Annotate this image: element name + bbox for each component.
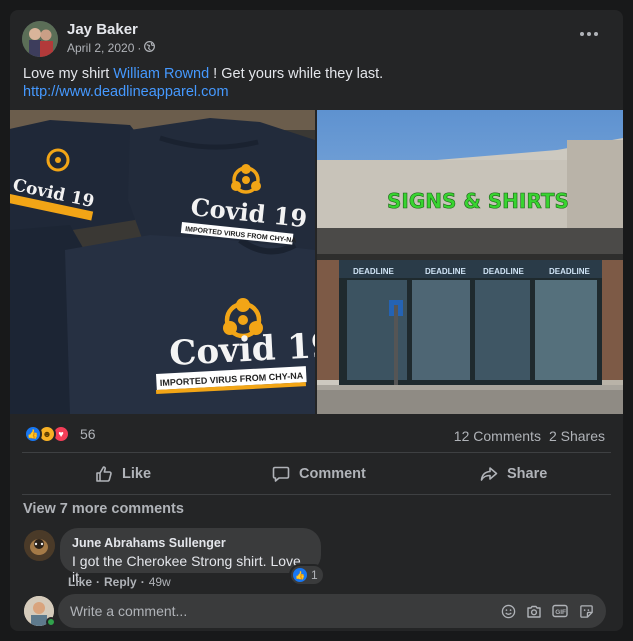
comment-label: Comment xyxy=(299,466,366,482)
actions-top-divider xyxy=(22,452,611,453)
emoji-icon[interactable] xyxy=(500,603,516,619)
post-stats: 12 Comments 2 Shares xyxy=(454,428,605,444)
post-link[interactable]: http://www.deadlineapparel.com xyxy=(23,83,383,101)
comment-reply-link[interactable]: Reply xyxy=(104,575,137,589)
store-sign: SIGNS & SHIRTS xyxy=(387,189,569,213)
write-comment-field[interactable]: Write a comment... GIF xyxy=(58,594,606,628)
comment-bubble: June Abrahams Sullenger I got the Cherok… xyxy=(60,528,321,585)
reaction-count: 56 xyxy=(80,426,96,442)
comment-actions: Like · Reply · 49w xyxy=(68,575,171,589)
tagged-user-link[interactable]: William Rownd xyxy=(113,66,209,82)
like-icon xyxy=(96,466,112,482)
comment-like-icon: 👍 xyxy=(293,568,307,582)
photo-storefront[interactable]: DEADLINE DEADLINE DEADLINE DEADLINE SIGN… xyxy=(317,110,623,414)
post-date[interactable]: April 2, 2020 xyxy=(67,41,134,55)
photo-shirts[interactable]: Covid 19 Covid 19 IMPORTED VIRUS FROM CH… xyxy=(10,110,315,414)
post-meta: April 2, 2020 · xyxy=(67,41,156,55)
write-comment-placeholder: Write a comment... xyxy=(70,603,188,619)
comment-like-badge[interactable]: 👍 1 xyxy=(291,566,323,584)
globe-icon xyxy=(144,41,156,55)
author-avatar[interactable] xyxy=(22,21,58,57)
post-text-before: Love my shirt xyxy=(23,66,114,82)
gif-icon[interactable]: GIF xyxy=(552,603,568,619)
composer-icons: GIF xyxy=(500,603,594,619)
svg-text:GIF: GIF xyxy=(555,609,566,616)
share-label: Share xyxy=(507,466,548,482)
share-button[interactable]: Share xyxy=(479,462,547,486)
comments-count[interactable]: 12 Comments xyxy=(454,428,541,444)
current-user-avatar[interactable] xyxy=(24,596,56,627)
share-icon xyxy=(480,467,498,481)
window-logo-1: DEADLINE xyxy=(353,267,395,276)
comment-like-link[interactable]: Like xyxy=(68,575,92,589)
reaction-summary[interactable]: 👍 ☻ ♥ 56 xyxy=(24,425,96,443)
shares-count[interactable]: 2 Shares xyxy=(549,428,605,444)
author-name[interactable]: Jay Baker xyxy=(67,21,138,38)
shirt-title-large: Covid 19 xyxy=(168,325,315,374)
comment-time[interactable]: 49w xyxy=(149,575,171,589)
like-reaction-icon: 👍 xyxy=(24,425,42,443)
camera-icon[interactable] xyxy=(526,603,542,619)
sticker-icon[interactable] xyxy=(578,603,594,619)
window-logo-2: DEADLINE xyxy=(425,267,467,276)
commenter-name[interactable]: June Abrahams Sullenger xyxy=(72,536,309,550)
meta-separator: · xyxy=(137,41,142,55)
post-card: Jay Baker April 2, 2020 · Love my shirt … xyxy=(10,10,623,631)
actions-bottom-divider xyxy=(22,494,611,495)
commenter-avatar[interactable] xyxy=(24,530,55,561)
post-text: Love my shirt William Rownd ! Get yours … xyxy=(23,65,383,101)
like-label: Like xyxy=(122,466,152,482)
more-icon[interactable] xyxy=(575,24,603,44)
online-status-dot xyxy=(46,617,56,627)
window-logo-3: DEADLINE xyxy=(483,267,525,276)
like-button[interactable]: Like xyxy=(94,462,151,486)
post-text-after: ! Get yours while they last. xyxy=(209,66,384,82)
comment-button[interactable]: Comment xyxy=(271,462,366,486)
comment-icon xyxy=(272,466,290,482)
comment-like-count: 1 xyxy=(311,568,318,582)
view-more-comments[interactable]: View 7 more comments xyxy=(23,501,184,517)
window-logo-4: DEADLINE xyxy=(549,267,591,276)
